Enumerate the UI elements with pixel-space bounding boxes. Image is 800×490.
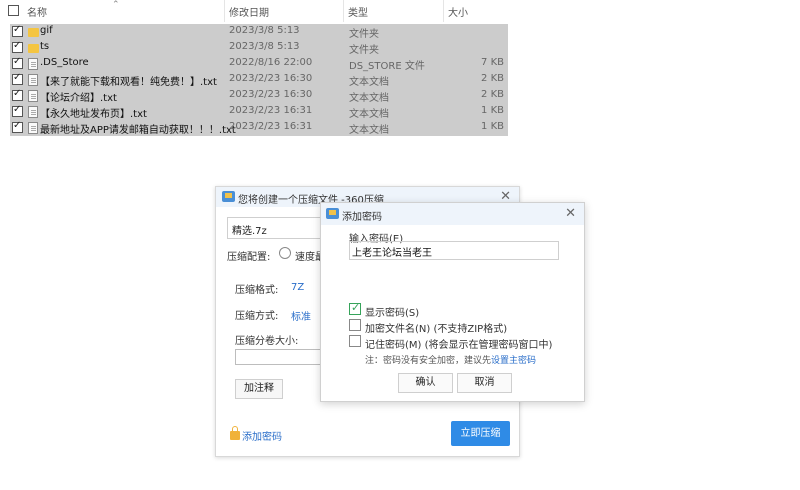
file-date: 2023/2/23 16:31 <box>229 105 313 116</box>
text-file-icon <box>28 90 38 102</box>
file-list: gif 2023/3/8 5:13 文件夹 ts 2023/3/8 5:13 文… <box>10 24 508 136</box>
file-date: 2022/8/16 22:00 <box>229 57 313 68</box>
app-icon <box>222 191 235 202</box>
file-name: 【来了就能下载和观看！纯免费！】.txt <box>40 77 217 88</box>
compress-now-button[interactable]: 立即压缩 <box>451 421 510 446</box>
row-checkbox[interactable] <box>12 56 23 69</box>
file-name: gif <box>40 25 53 36</box>
file-size: 1 KB <box>481 105 504 116</box>
select-all-checkbox[interactable] <box>8 5 19 16</box>
file-type: DS_STORE 文件 <box>349 61 425 72</box>
text-file-icon <box>28 106 38 118</box>
add-password-dialog: 添加密码 ✕ 输入密码(E) 上老王论坛当老王 显示密码(S) 加密文件名(N)… <box>320 202 585 402</box>
speed-radio[interactable] <box>279 247 291 259</box>
add-comment-button[interactable]: 加注释 <box>235 379 283 399</box>
row-checkbox[interactable] <box>12 88 23 101</box>
row-checkbox[interactable] <box>12 72 23 85</box>
file-type: 文本文档 <box>349 77 389 88</box>
row-checkbox[interactable] <box>12 104 23 117</box>
file-size: 2 KB <box>481 73 504 84</box>
column-divider[interactable] <box>443 0 444 22</box>
text-file-icon <box>28 74 38 86</box>
file-name: .DS_Store <box>40 57 89 68</box>
file-date: 2023/2/23 16:30 <box>229 73 313 84</box>
file-row[interactable]: 【来了就能下载和观看！纯免费！】.txt 2023/2/23 16:30 文本文… <box>10 72 508 88</box>
file-type: 文本文档 <box>349 125 389 136</box>
file-row[interactable]: ts 2023/3/8 5:13 文件夹 <box>10 40 508 56</box>
file-size: 1 KB <box>481 121 504 132</box>
file-explorer: ⌃ 名称 修改日期 类型 大小 gif 2023/3/8 5:13 文件夹 ts… <box>0 0 510 140</box>
file-row[interactable]: 【论坛介绍】.txt 2023/2/23 16:30 文本文档 2 KB <box>10 88 508 104</box>
password-dialog-title: 添加密码 <box>342 212 382 223</box>
column-date[interactable]: 修改日期 <box>229 4 269 19</box>
security-note: 注：密码没有安全加密，建议先设置主密码 <box>365 353 536 366</box>
file-type: 文本文档 <box>349 109 389 120</box>
method-label: 压缩方式: <box>235 311 279 322</box>
file-name: 最新地址及APP请发邮箱自动获取！！！.txt <box>40 125 236 136</box>
volume-size-input[interactable] <box>235 349 323 365</box>
file-date: 2023/2/23 16:30 <box>229 89 313 100</box>
file-row[interactable]: .DS_Store 2022/8/16 22:00 DS_STORE 文件 7 … <box>10 56 508 72</box>
file-type: 文件夹 <box>349 29 379 40</box>
folder-icon <box>28 28 39 37</box>
text-file-icon <box>28 122 38 134</box>
sort-up-icon: ⌃ <box>112 0 120 10</box>
encrypt-filenames-label: 加密文件名(N) (不支持ZIP格式) <box>365 324 508 335</box>
column-name[interactable]: 名称 <box>27 4 47 19</box>
show-password-label: 显示密码(S) <box>365 308 420 319</box>
show-password-checkbox[interactable] <box>349 301 361 315</box>
file-row[interactable]: 最新地址及APP请发邮箱自动获取！！！.txt 2023/2/23 16:31 … <box>10 120 508 136</box>
password-dialog-titlebar[interactable]: 添加密码 ✕ <box>321 203 584 225</box>
column-size[interactable]: 大小 <box>448 4 468 19</box>
archive-name-input[interactable]: 精选.7z <box>227 217 327 239</box>
file-type: 文件夹 <box>349 45 379 56</box>
column-type[interactable]: 类型 <box>348 4 368 19</box>
confirm-button[interactable]: 确认 <box>398 373 453 393</box>
row-checkbox[interactable] <box>12 120 23 133</box>
close-icon[interactable]: ✕ <box>565 207 576 220</box>
folder-icon <box>28 44 39 53</box>
format-label: 压缩格式: <box>235 285 279 296</box>
column-header: ⌃ 名称 修改日期 类型 大小 <box>0 0 510 22</box>
cancel-button[interactable]: 取消 <box>457 373 512 393</box>
password-input[interactable]: 上老王论坛当老王 <box>349 241 559 260</box>
row-checkbox[interactable] <box>12 24 23 37</box>
method-select[interactable]: 标准 <box>291 308 311 323</box>
format-select[interactable]: 7Z <box>291 282 304 293</box>
security-note-text: 注：密码没有安全加密，建议先 <box>365 356 492 366</box>
file-size: 2 KB <box>481 89 504 100</box>
file-date: 2023/3/8 5:13 <box>229 25 300 36</box>
file-date: 2023/3/8 5:13 <box>229 41 300 52</box>
file-row[interactable]: gif 2023/3/8 5:13 文件夹 <box>10 24 508 40</box>
add-password-link[interactable]: 添加密码 <box>242 428 282 443</box>
remember-password-checkbox[interactable] <box>349 335 361 347</box>
encrypt-filenames-checkbox[interactable] <box>349 319 361 331</box>
file-size: 7 KB <box>481 57 504 68</box>
column-divider[interactable] <box>343 0 344 22</box>
file-type: 文本文档 <box>349 93 389 104</box>
volume-size-label: 压缩分卷大小: <box>235 336 299 347</box>
file-name: 【永久地址发布页】.txt <box>40 109 147 120</box>
remember-password-label: 记住密码(M) (将会显示在管理密码窗口中) <box>365 340 553 351</box>
lock-icon <box>230 426 240 440</box>
file-date: 2023/2/23 16:31 <box>229 121 313 132</box>
set-master-password-link[interactable]: 设置主密码 <box>491 356 536 366</box>
config-label: 压缩配置: <box>227 252 271 263</box>
file-name: 【论坛介绍】.txt <box>40 93 117 104</box>
file-name: ts <box>40 41 50 52</box>
row-checkbox[interactable] <box>12 40 23 53</box>
file-row[interactable]: 【永久地址发布页】.txt 2023/2/23 16:31 文本文档 1 KB <box>10 104 508 120</box>
file-icon <box>28 58 38 70</box>
app-icon <box>326 208 339 219</box>
column-divider[interactable] <box>224 0 225 22</box>
